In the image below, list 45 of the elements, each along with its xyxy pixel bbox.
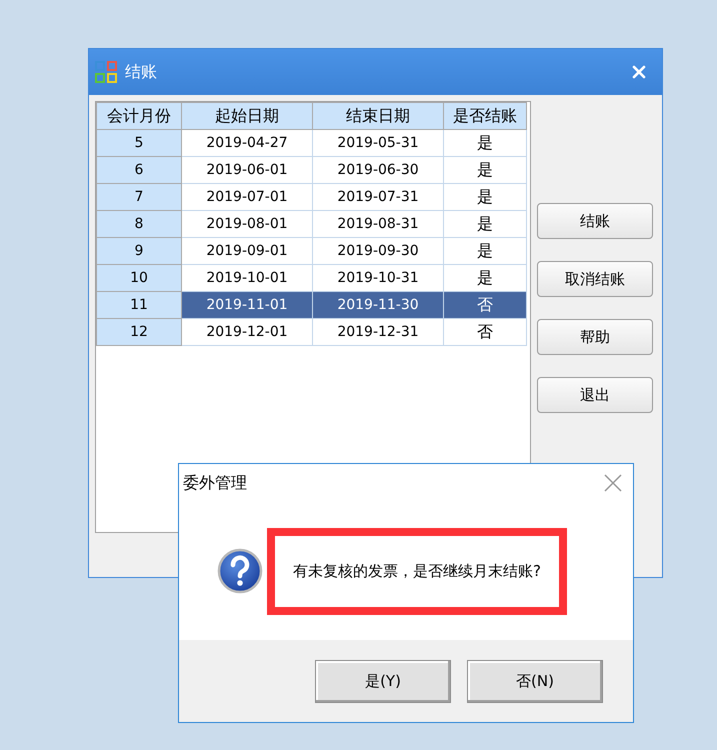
row-header: 5 [96,130,182,156]
action-button[interactable]: 取消结账 [537,261,653,297]
table-cell: 是 [444,210,526,238]
row-header: 8 [96,210,182,238]
row-header: 9 [96,238,182,264]
row-header: 11 [96,292,182,318]
table-cell: 2019-05-31 [312,130,444,156]
dialog-title: 委外管理 [183,472,248,494]
table-cell: 2019-09-30 [312,238,444,264]
table-cell: 2019-06-01 [182,156,312,184]
close-icon[interactable] [632,65,646,79]
table-cell: 否 [444,292,526,318]
action-button[interactable]: 退出 [537,377,653,413]
row-header: 12 [96,318,182,346]
table-cell: 2019-08-31 [312,210,444,238]
table-cell: 是 [444,184,526,210]
action-button[interactable]: 结账 [537,203,653,239]
table-cell: 2019-11-01 [182,292,312,318]
dialog-button[interactable]: 是(Y) [315,660,451,702]
question-icon [217,548,263,594]
table-cell: 2019-04-27 [182,130,312,156]
column-header[interactable]: 是否结账 [444,102,526,130]
table-cell: 是 [444,130,526,156]
table-cell: 否 [444,318,526,346]
dialog-button[interactable]: 否(N) [467,660,603,702]
table-cell: 2019-12-01 [182,318,312,346]
window-title: 结账 [125,62,158,82]
column-header[interactable]: 起始日期 [182,102,312,130]
table-cell: 2019-12-31 [312,318,444,346]
table-cell: 是 [444,238,526,264]
app-icon [95,61,117,83]
action-button[interactable]: 帮助 [537,319,653,355]
table-cell: 2019-07-31 [312,184,444,210]
table-cell: 是 [444,156,526,184]
row-header: 10 [96,264,182,292]
row-header: 7 [96,184,182,210]
table-cell: 2019-07-01 [182,184,312,210]
message-text: 有未复核的发票，是否继续月末结账? [267,528,567,614]
table-cell: 2019-06-30 [312,156,444,184]
column-header[interactable]: 结束日期 [312,102,444,130]
table-cell: 2019-11-30 [312,292,444,318]
table-cell: 2019-09-01 [182,238,312,264]
row-header: 6 [96,156,182,184]
table-cell: 2019-08-01 [182,210,312,238]
column-header[interactable]: 会计月份 [96,102,182,130]
